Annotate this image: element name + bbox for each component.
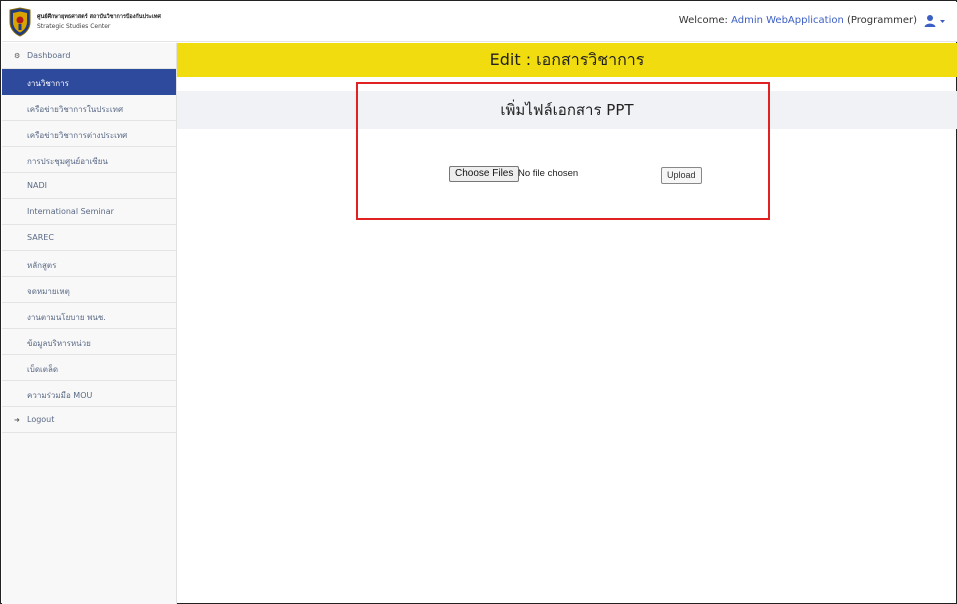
sidebar-item-domestic-network[interactable]: เครือข่ายวิชาการในประเทศ	[2, 95, 176, 121]
sidebar-item-label: International Seminar	[27, 207, 114, 216]
sidebar-item-label: เครือข่ายวิชาการต่างประเทศ	[27, 131, 128, 140]
welcome-prefix: Welcome:	[678, 15, 728, 26]
highlight-box	[356, 82, 770, 220]
sidebar-item-foreign-network[interactable]: เครือข่ายวิชาการต่างประเทศ	[2, 121, 176, 147]
sidebar-item-label: หลักสูตร	[27, 261, 57, 270]
user-name-link[interactable]: Admin WebApplication	[731, 15, 844, 26]
shield-emblem-icon	[9, 7, 31, 37]
sidebar-item-archives[interactable]: จดหมายเหตุ	[2, 277, 176, 303]
sidebar-item-label: ข้อมูลบริหารหน่วย	[27, 339, 91, 348]
welcome-text: Welcome: Admin WebApplication (Programme…	[679, 15, 917, 26]
app-window: ศูนย์ศึกษายุทธศาสตร์ สถาบันวิชาการป้องกั…	[0, 0, 957, 604]
sidebar-item-label: การประชุมศูนย์อาเซียน	[27, 157, 108, 166]
user-role: (Programmer)	[847, 15, 917, 26]
sidebar-item-label: เครือข่ายวิชาการในประเทศ	[27, 105, 124, 114]
sidebar-item-dashboard[interactable]: ⚙ Dashboard	[2, 43, 176, 69]
sidebar-item-label: งานวิชาการ	[27, 79, 69, 88]
sidebar-item-academic-work[interactable]: งานวิชาการ	[2, 69, 176, 95]
sidebar-item-curriculum[interactable]: หลักสูตร	[2, 251, 176, 277]
sidebar-item-label: Logout	[27, 415, 55, 424]
sidebar-item-misc[interactable]: เบ็ดเตล็ด	[2, 355, 176, 381]
dashboard-icon: ⚙	[14, 52, 21, 60]
sidebar-item-label: เบ็ดเตล็ด	[27, 365, 59, 374]
sidebar-item-international-seminar[interactable]: International Seminar	[2, 199, 176, 225]
page-title: Edit : เอกสารวิชาการ	[489, 50, 645, 69]
brand-thai-name: ศูนย์ศึกษายุทธศาสตร์ สถาบันวิชาการป้องกั…	[37, 14, 161, 20]
sidebar-item-unit-admin[interactable]: ข้อมูลบริหารหน่วย	[2, 329, 176, 355]
sidebar-item-label: SAREC	[27, 233, 54, 242]
logout-icon: ➜	[14, 416, 20, 424]
page-title-banner: Edit : เอกสารวิชาการ	[177, 43, 957, 77]
brand-english-name: Strategic Studies Center	[37, 23, 111, 30]
sidebar: ⚙ Dashboard งานวิชาการ เครือข่ายวิชาการใน…	[2, 43, 177, 604]
caret-down-icon	[940, 20, 945, 23]
sidebar-item-label: จดหมายเหตุ	[27, 287, 70, 296]
sidebar-item-label: Dashboard	[27, 51, 71, 60]
sidebar-item-nadi[interactable]: NADI	[2, 173, 176, 199]
sidebar-item-label: NADI	[27, 181, 47, 190]
sidebar-item-label: ความร่วมมือ MOU	[27, 391, 93, 400]
sidebar-item-mou[interactable]: ความร่วมมือ MOU	[2, 381, 176, 407]
sidebar-item-logout[interactable]: ➜ Logout	[2, 407, 176, 433]
sidebar-item-asean-meeting[interactable]: การประชุมศูนย์อาเซียน	[2, 147, 176, 173]
sidebar-item-policy-work[interactable]: งานตามนโยบาย พนช.	[2, 303, 176, 329]
sidebar-item-sarec[interactable]: SAREC	[2, 225, 176, 251]
user-icon	[924, 15, 936, 27]
top-bar: ศูนย์ศึกษายุทธศาสตร์ สถาบันวิชาการป้องกั…	[2, 2, 957, 42]
user-menu-button[interactable]	[923, 13, 947, 29]
sidebar-item-label: งานตามนโยบาย พนช.	[27, 313, 106, 322]
